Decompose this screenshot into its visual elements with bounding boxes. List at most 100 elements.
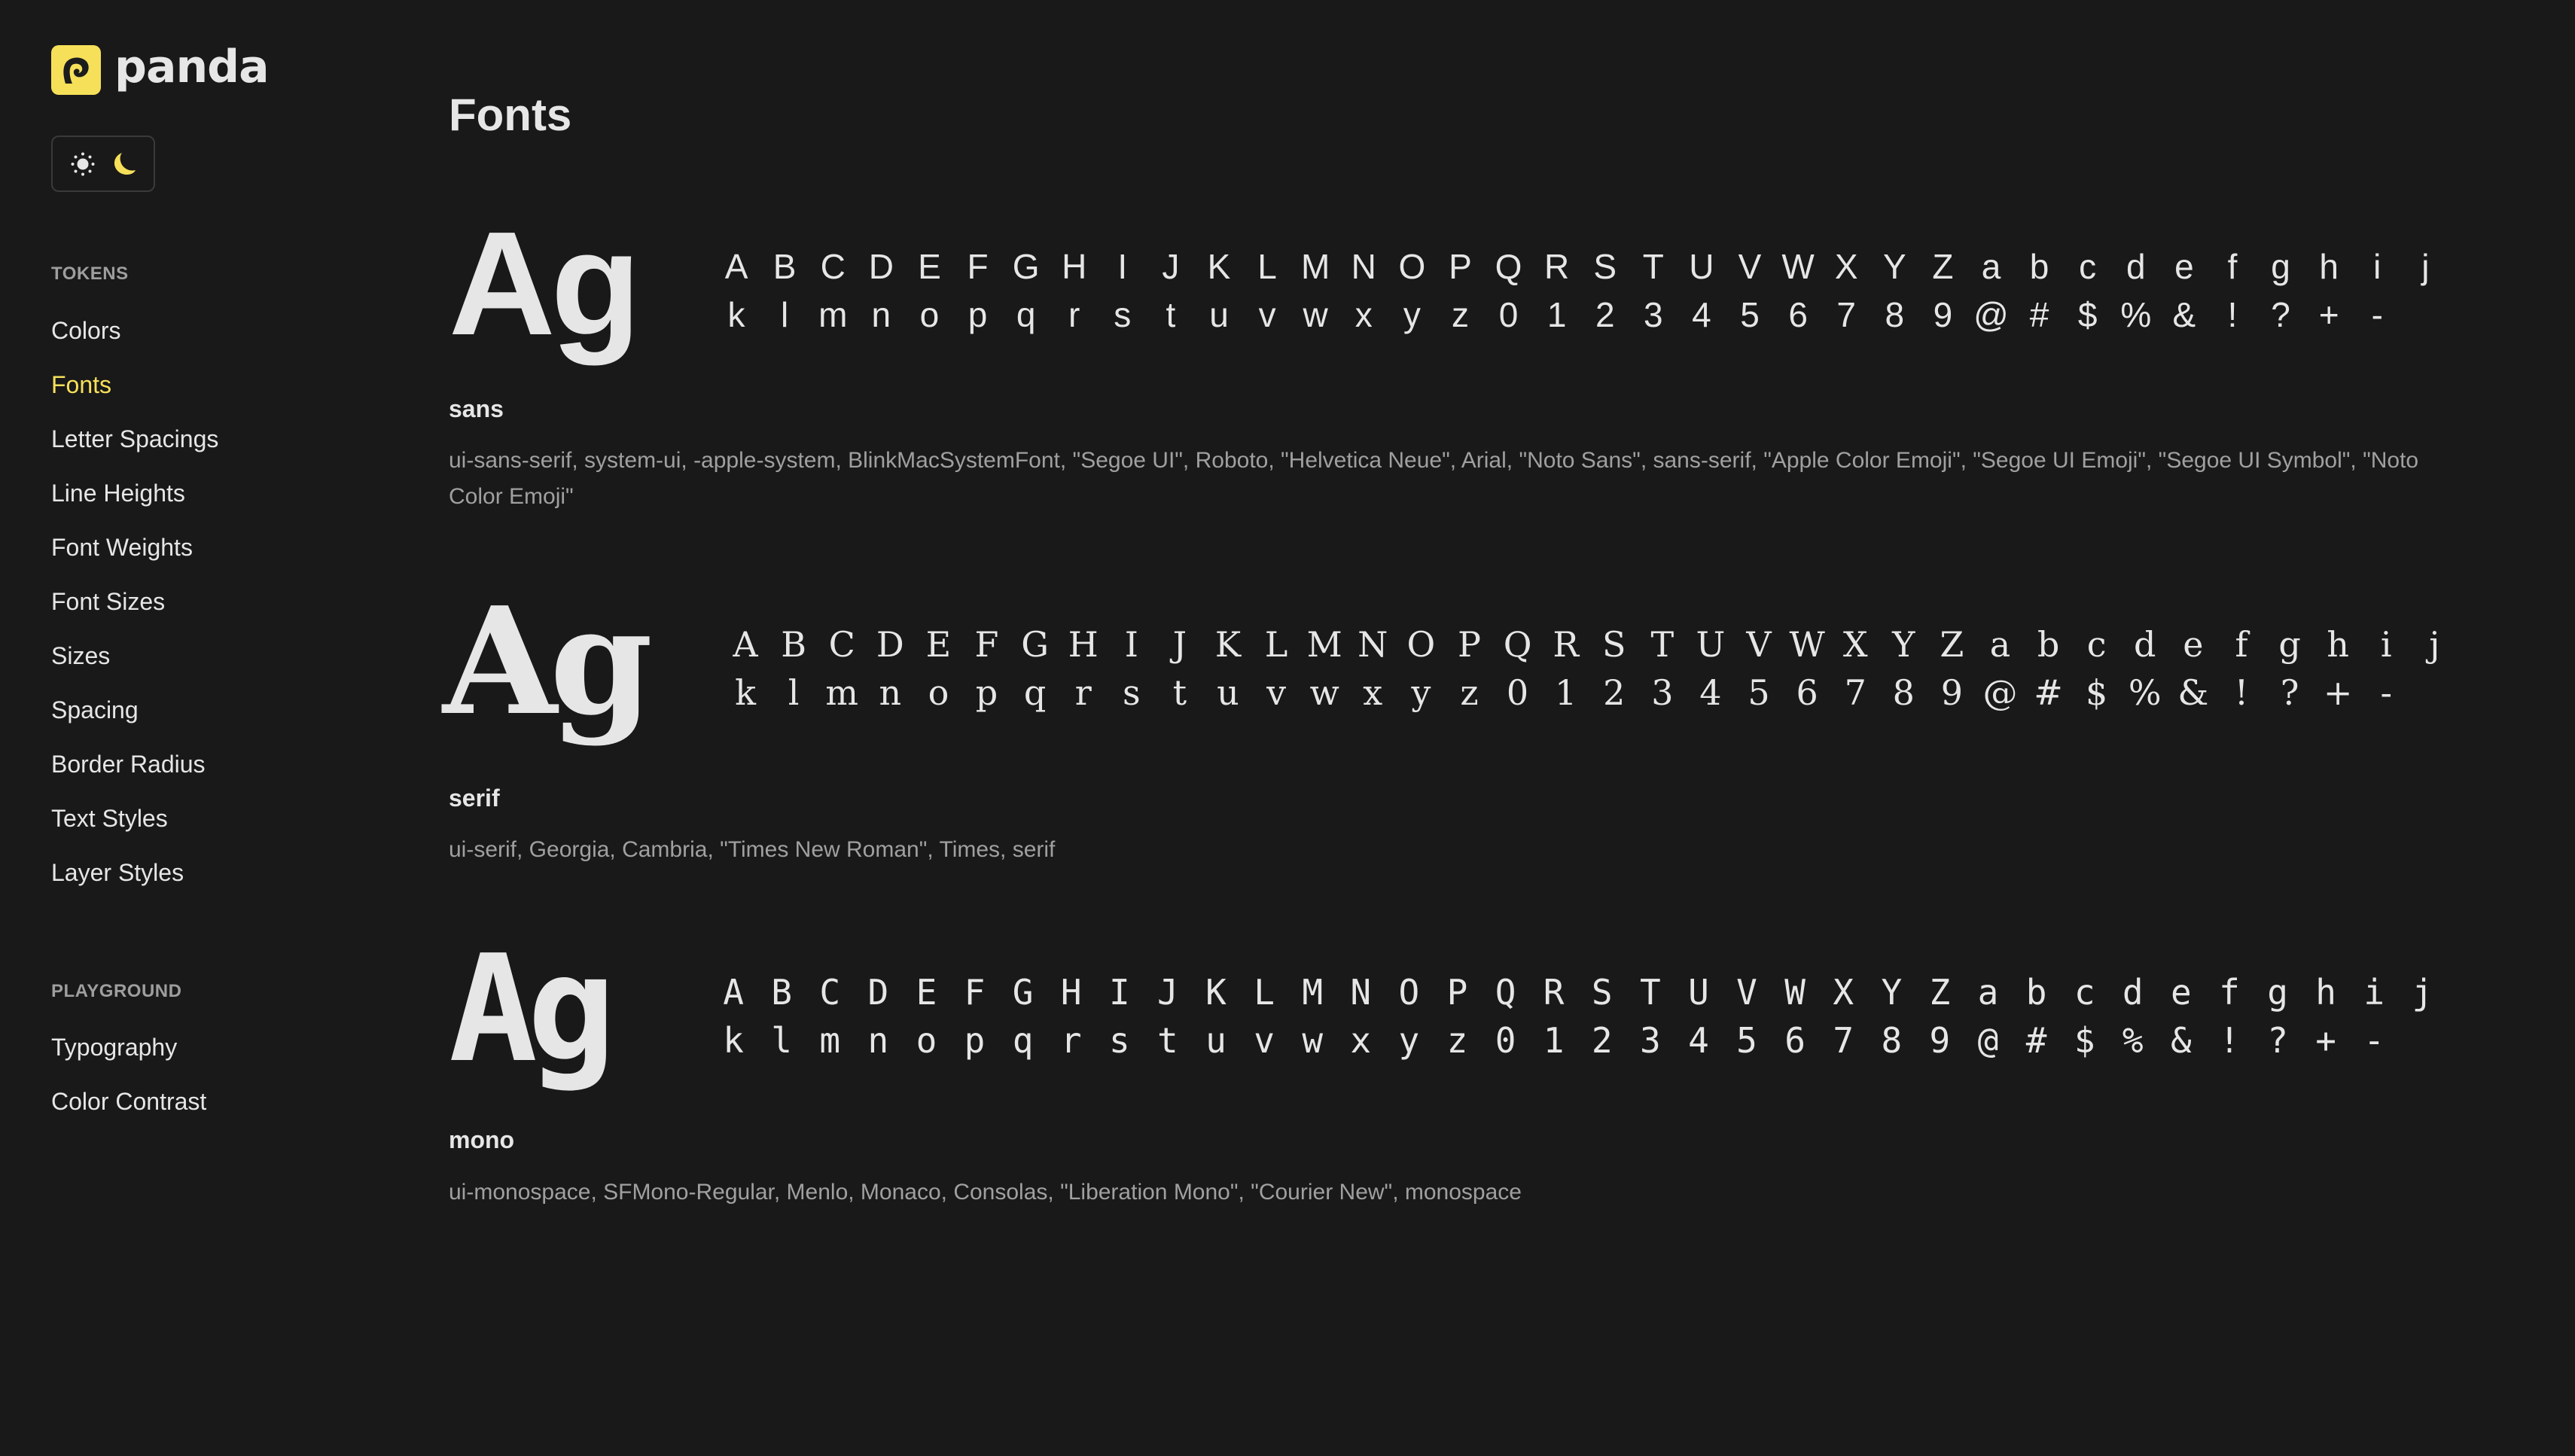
font-sample-ag: Ag [449,201,641,366]
glyph-grid: ABCDEFGHIJKLMNOPQRSTUVWXYZabcdefghijklmn… [721,620,2476,717]
theme-toggle [51,136,155,192]
glyph: Z [1932,247,1954,286]
glyph: U [1688,972,1709,1013]
glyph: C [820,247,846,286]
font-stack-value: ui-monospace, SFMono-Regular, Menlo, Mon… [449,1180,1522,1205]
glyph: w [1303,295,1328,334]
brand-name: panda [114,41,270,93]
sidebar-item-color-contrast[interactable]: Color Contrast [51,1074,206,1129]
glyph: I [1108,972,1130,1013]
glyph: O [1406,624,1436,665]
glyph: p [975,672,998,713]
glyph: o [916,1020,937,1061]
glyph: - [2380,672,2392,713]
glyph: i [2363,972,2385,1013]
glyph: r [1060,1020,1082,1061]
glyph: O [1398,972,1420,1013]
glyph: l [771,1020,792,1061]
sidebar-item-border-radius[interactable]: Border Radius [51,737,218,791]
glyph: - [2363,1020,2385,1061]
glyph: 6 [1788,295,1808,334]
glyph-grid: ABCDEFGHIJKLMNOPQRSTUVWXYZabcdefghijklmn… [712,242,2467,339]
glyph: y [1411,672,1431,713]
glyph: ! [2227,295,2238,334]
glyph: Q [1495,972,1516,1013]
glyph: S [1593,247,1617,286]
glyph: 5 [1736,1020,1757,1061]
glyph: k [727,295,745,334]
sidebar-item-letter-spacings[interactable]: Letter Spacings [51,412,218,466]
glyph: E [925,624,952,665]
glyph: q [1016,295,1036,334]
glyph: g [2271,247,2290,286]
font-sample-ag: Ag [449,924,616,1095]
glyph: P [1457,624,1481,665]
brand-logo[interactable]: panda [51,41,270,95]
glyph: P [1449,247,1472,286]
glyph: F [967,247,989,286]
glyph: y [1403,295,1421,334]
glyph: Z [1940,624,1964,665]
glyph: F [964,972,986,1013]
glyph: q [1012,1020,1034,1061]
glyph: v [1254,1020,1275,1061]
sidebar-item-typography[interactable]: Typography [51,1020,206,1074]
glyph: v [1258,295,1276,334]
glyph: @ [1973,295,2009,334]
glyph: x [1355,295,1373,334]
glyph: p [968,295,988,334]
glyph: d [2134,624,2156,665]
sidebar-item-colors[interactable]: Colors [51,303,218,358]
glyph: r [1074,672,1092,713]
sidebar-item-font-weights[interactable]: Font Weights [51,520,218,574]
sidebar-item-layer-styles[interactable]: Layer Styles [51,845,218,900]
glyph: g [2267,972,2288,1013]
glyph: m [818,295,848,334]
glyph: K [1207,247,1231,286]
glyph: q [1023,672,1047,713]
glyph: x [1350,1020,1372,1061]
sidebar-item-text-styles[interactable]: Text Styles [51,791,218,845]
glyph: 3 [1651,672,1674,713]
sidebar-item-fonts[interactable]: Fonts [51,358,218,412]
glyph: $ [2074,1020,2095,1061]
glyph: f [2235,624,2248,665]
glyph: T [1650,624,1675,665]
glyph: G [1012,972,1034,1013]
glyph: & [2171,1020,2192,1061]
glyph: W [1781,247,1815,286]
glyph: b [2037,624,2060,665]
glyph: R [1553,624,1579,665]
glyph: z [1460,672,1479,713]
glyph: U [1696,624,1726,665]
glyph: d [2126,247,2146,286]
glyph: y [1398,1020,1420,1061]
sidebar-item-line-heights[interactable]: Line Heights [51,466,218,520]
glyph: R [1543,972,1565,1013]
glyph: ? [2267,1020,2288,1061]
glyph: s [1114,295,1132,334]
light-mode-button[interactable] [68,149,98,179]
glyph: h [2315,972,2336,1013]
glyph: c [2086,624,2107,665]
sidebar-item-sizes[interactable]: Sizes [51,629,218,683]
moon-icon [114,152,136,175]
glyph: v [1266,672,1287,713]
glyph: 7 [1833,1020,1854,1061]
glyph: 7 [1844,672,1866,713]
glyph: 9 [1933,295,1953,334]
glyph: H [1062,247,1087,286]
glyph: s [1108,1020,1130,1061]
glyph: n [867,1020,889,1061]
glyph: b [2029,247,2049,286]
glyph: f [2219,972,2240,1013]
sidebar-item-spacing[interactable]: Spacing [51,683,218,737]
nav-list-playground: Typography Color Contrast [51,1020,206,1129]
glyph: t [1166,295,1176,334]
dark-mode-button[interactable] [109,149,139,179]
glyph: 9 [1929,1020,1951,1061]
glyph: 6 [1784,1020,1806,1061]
glyph: k [735,672,756,713]
glyph: a [1977,972,1999,1013]
sidebar-item-font-sizes[interactable]: Font Sizes [51,574,218,629]
